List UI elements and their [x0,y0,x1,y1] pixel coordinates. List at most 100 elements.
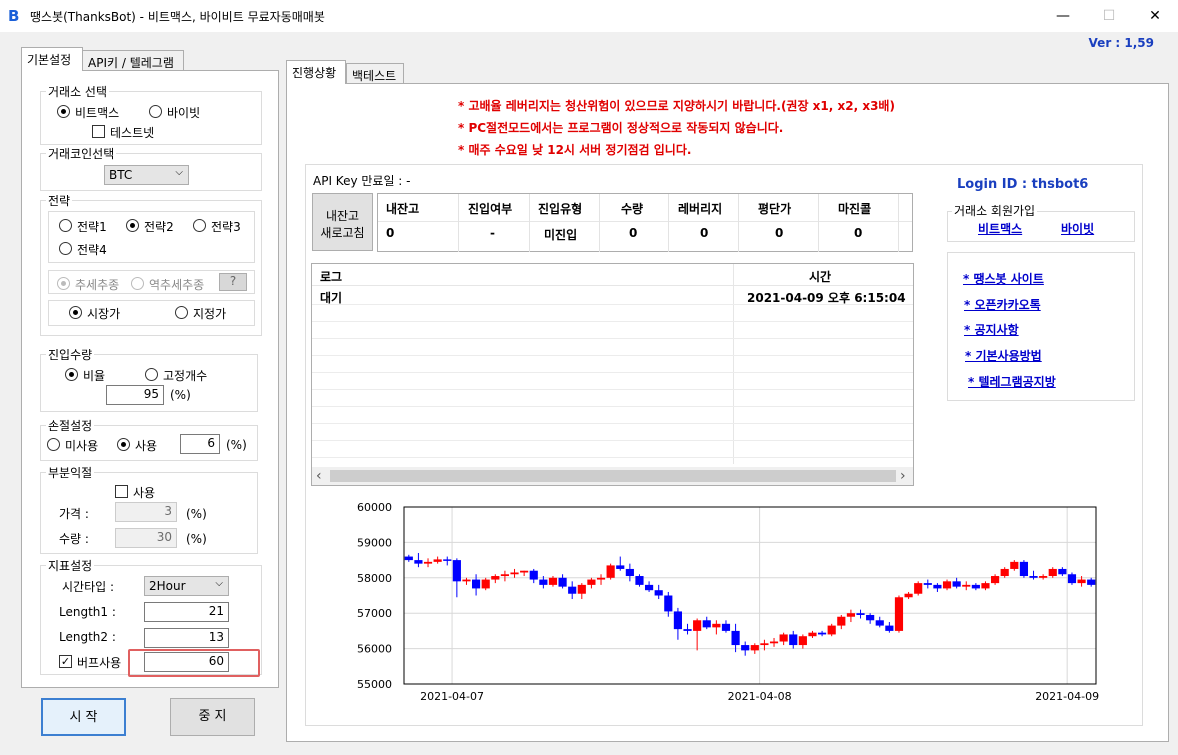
candle-body [1048,568,1057,577]
partial-qty-input[interactable]: 30 [115,528,177,548]
strategy-radio-4[interactable] [59,242,72,255]
link-notices[interactable]: * 공지사항 [964,321,1019,338]
start-button[interactable]: 시 작 [41,698,126,736]
order-radio-limit[interactable] [175,306,188,319]
link-thanksbot-site[interactable]: * 땡스봇 사이트 [963,270,1044,287]
scroll-left-icon[interactable]: ‹ [316,468,322,484]
window-title: 땡스봇(ThanksBot) - 비트맥스, 바이비트 무료자동매매봇 [30,10,325,24]
log-list[interactable]: 로그 시간 대기 2021-04-09 오후 6:15:04 ‹ › [311,263,914,486]
candle-body [731,630,740,646]
buffer-highlight [128,649,260,677]
exchange-label-bybit: 바이빗 [167,106,201,120]
candle-body [654,590,663,596]
candle-body [1058,568,1067,575]
partial-group-title: 부분익절 [46,464,95,481]
trend-radio-counter[interactable] [131,277,144,290]
exchange-radio-bybit[interactable] [149,105,162,118]
tab-api-telegram[interactable]: API키 / 텔레그램 [82,50,184,71]
timeframe-select[interactable]: 2Hour ⌵ [144,576,229,596]
candle-body [520,570,529,573]
stoploss-value-input[interactable]: 6 [180,434,220,454]
col-header-entry-type: 진입유형 [538,202,583,216]
col-header-balance: 내잔고 [386,202,420,216]
candle-body [750,645,759,651]
scroll-thumb[interactable] [330,470,896,482]
partial-price-input[interactable]: 3 [115,502,177,522]
length2-input[interactable]: 13 [144,628,229,648]
log-scrollbar[interactable]: ‹ › [312,467,913,485]
candle-body [808,632,817,637]
entry-value-input[interactable]: 95 [106,385,164,405]
maximize-icon[interactable]: ☐ [1086,0,1132,32]
tab-backtest[interactable]: 백테스트 [346,63,404,84]
buffer-checkbox[interactable]: ✓ [59,655,72,668]
partial-use-checkbox[interactable] [115,485,128,498]
candle-body [1039,576,1048,578]
length1-input[interactable]: 21 [144,602,229,622]
partial-use-label: 사용 [133,486,156,500]
trend-label-follow: 추세추종 [75,278,120,292]
strategy-radio-2[interactable] [126,219,139,232]
candle-body [769,641,779,644]
stop-button[interactable]: 중 지 [170,698,255,736]
candle-body [712,623,721,628]
candle-body [866,614,875,621]
timeframe-select-value: 2Hour [149,579,186,593]
entry-radio-fixed[interactable] [145,368,158,381]
stoploss-radio-on[interactable] [117,438,130,451]
signup-link-bybit[interactable]: 바이빗 [1061,220,1094,237]
candle-body [587,579,596,585]
candle-body [760,643,769,646]
tab-basic-settings[interactable]: 기본설정 [21,47,83,71]
col-header-avg-price: 평단가 [758,202,792,216]
strategy-radio-3[interactable] [193,219,206,232]
indicator-group-title: 지표설정 [46,557,95,574]
log-row-divider [312,321,913,322]
link-telegram-notice[interactable]: * 텔레그램공지방 [968,373,1056,390]
strategy-label-3: 전략3 [211,220,241,234]
tab-progress[interactable]: 진행상황 [286,60,346,84]
candle-body [635,576,644,585]
timeframe-label: 시간타입 : [62,580,115,594]
x-tick-label: 2021-04-08 [728,690,792,703]
candle-body [817,632,827,635]
trend-help-button[interactable]: ? [219,273,247,291]
signup-link-bitmex[interactable]: 비트맥스 [978,220,1022,237]
candle-body [1010,561,1019,569]
order-radio-market[interactable] [69,306,82,319]
minimize-icon[interactable]: — [1040,0,1086,32]
candle-body [914,583,923,594]
close-icon[interactable]: ✕ [1132,0,1178,32]
candle-body [683,629,692,631]
login-id-label: Login ID : thsbot6 [957,177,1089,192]
exchange-radio-bitmex[interactable] [57,105,70,118]
y-tick-label: 60000 [357,501,392,514]
strategy-radio-1[interactable] [59,219,72,232]
stoploss-label-on: 사용 [135,439,158,453]
candle-body [414,560,423,564]
link-open-kakaotalk[interactable]: * 오픈카카오톡 [964,296,1041,313]
log-row-divider [312,406,913,407]
trend-radio-follow[interactable] [57,277,70,290]
stoploss-radio-off[interactable] [47,438,60,451]
stoploss-group-title: 손절설정 [46,417,95,434]
scroll-right-icon[interactable]: › [900,468,906,484]
entry-radio-ratio[interactable] [65,368,78,381]
entry-label-fixed: 고정개수 [163,369,208,383]
candle-body [1087,579,1096,585]
testnet-checkbox[interactable] [92,125,105,138]
y-tick-label: 59000 [357,536,392,549]
candle-body [779,634,788,642]
notice-sleep-mode: * PC절전모드에서는 프로그램이 정상적으로 작동되지 않습니다. [458,121,784,135]
candle-body [981,583,990,589]
cell-entry-type: 미진입 [544,228,578,242]
candle-body [548,577,558,585]
log-row-divider [312,440,913,441]
exchange-label-bitmex: 비트맥스 [75,106,120,120]
candle-body [1067,574,1077,584]
refresh-balance-button[interactable]: 내잔고 새로고침 [312,193,373,251]
candle-body [827,625,836,635]
coin-select[interactable]: BTC ⌵ [104,165,189,185]
link-basic-usage[interactable]: * 기본사용방법 [965,347,1042,364]
y-tick-label: 57000 [357,607,392,620]
